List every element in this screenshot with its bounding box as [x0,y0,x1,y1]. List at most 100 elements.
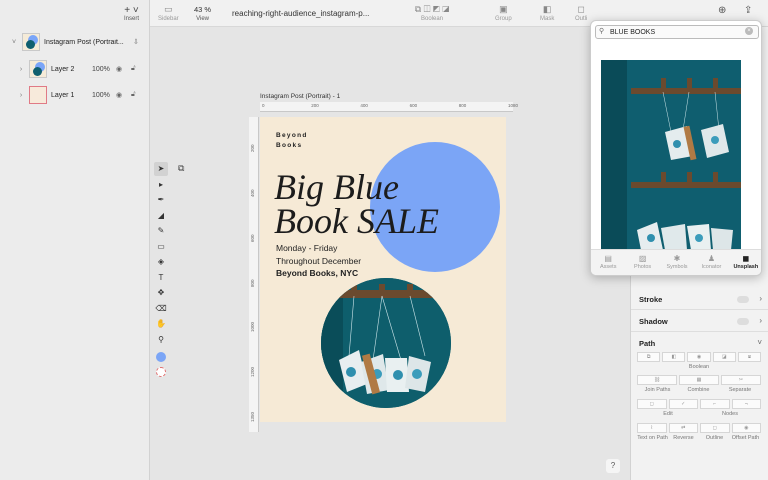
stroke-color-swatch[interactable] [156,366,166,377]
layer-row-layer-2[interactable]: › Layer 2 100% ◉ 🔓︎ [0,58,150,80]
sidebar-icon: ▭ [164,4,173,14]
layer-row-artboard[interactable]: ˅ Instagram Post (Portrait... ⇩ [0,31,150,53]
stroke-toggle[interactable] [737,296,749,303]
text-on-path-button[interactable]: ⌇ [637,423,667,433]
union-button[interactable]: ⧉ [637,352,661,362]
ruler-tick-label: 400 [360,103,368,108]
rectangle-tool-icon[interactable]: ▭ [154,240,168,254]
boolean-buttons: ⧉ ◧ ◉ ◪ ⧈ [637,352,762,362]
path-section[interactable]: Path ˅ [631,332,768,354]
layer-thumbnail [29,60,47,78]
combine-button[interactable]: ▦ [679,375,719,385]
insert-label: Insert [123,16,139,22]
subtitle-month[interactable]: Throughout December [276,256,361,266]
media-source-tabs: ▤ Assets ▨ Photos ✱ Symbols ♟ Iconator ◼… [591,249,761,275]
pen-tool-icon[interactable]: ✒ [154,193,168,207]
books-photo-circle[interactable] [321,278,451,408]
symbols-icon: ✱ [673,254,681,263]
layer-opacity: 100% [92,91,110,99]
tab-symbols[interactable]: ✱ Symbols [660,250,694,275]
sidebar-toggle-button[interactable]: ▭ Sidebar [158,4,179,22]
canvas[interactable]: Instagram Post (Portrait) - 1 0 200 400 600… [150,27,630,480]
subtitle-location[interactable]: Beyond Books, NYC [276,268,358,278]
share-icon[interactable]: ⇪ [744,5,752,16]
search-result-image[interactable] [601,60,741,250]
ruler-tick-label: 1000 [250,321,255,332]
edit-button-b[interactable]: ✓ [668,399,698,409]
search-input[interactable] [595,25,759,39]
text-tool-icon[interactable]: T [154,271,168,285]
subtract-button[interactable]: ◧ [662,352,686,362]
intersect-button[interactable]: ◉ [687,352,711,362]
shadow-label: Shadow [639,317,668,326]
brush-tool-icon[interactable]: ✎ [154,224,168,238]
chevron-right-icon[interactable]: › [17,66,25,73]
chevron-right-icon[interactable]: › [759,316,762,325]
separate-button[interactable]: ✂ [721,375,761,385]
tab-label: Symbols [666,264,688,270]
ruler-tick-label: 0 [262,103,265,108]
reverse-button[interactable]: ⇄ [668,423,698,433]
zoom-in-icon[interactable]: ⊕ [718,5,726,16]
group-button[interactable]: ▣ Group [495,4,512,22]
eye-icon[interactable]: ◉ [116,65,122,73]
artboard-title[interactable]: Instagram Post (Portrait) - 1 [260,93,340,100]
chevron-right-icon[interactable]: › [759,294,762,303]
export-icon[interactable]: ⇩ [133,38,139,46]
artboard[interactable]: Beyond Books Big Blue Book SALE Monday -… [260,117,506,422]
nodes-button-b[interactable]: ¬ [731,399,761,409]
tab-photos[interactable]: ▨ Photos [625,250,659,275]
lock-icon[interactable]: 🔓︎ [131,65,136,73]
layer-row-layer-1[interactable]: › Layer 1 100% ◉ 🔓︎ [0,84,150,106]
chevron-right-icon[interactable]: › [17,92,25,99]
tab-unsplash[interactable]: ◼ Unsplash [729,250,761,275]
mask-button[interactable]: ◧ Mask [540,4,554,22]
zoom-value: 43 % [194,5,212,14]
headline-text[interactable]: Big Blue Book SALE [274,169,439,239]
nodes-button-a[interactable]: ⌐ [700,399,730,409]
shadow-section[interactable]: Shadow › [631,310,768,332]
divide-button[interactable]: ⧈ [737,352,762,362]
layer-thumbnail [29,86,47,104]
select-tool-icon[interactable]: ➤ [154,162,168,176]
chevron-down-icon[interactable]: ˅ [10,39,18,46]
tab-iconator[interactable]: ♟ Iconator [694,250,728,275]
eye-icon[interactable]: ◉ [116,91,122,99]
subtitle-days[interactable]: Monday - Friday [276,243,337,253]
clear-search-icon[interactable]: × [745,27,753,35]
layer-name: Layer 2 [51,65,75,73]
tab-assets[interactable]: ▤ Assets [591,250,625,275]
vector-tool-icon[interactable]: ◢ [154,209,168,223]
edit-button-a[interactable]: ◻ [637,399,667,409]
direct-select-tool-icon[interactable]: ▸ [154,178,168,192]
insert-button[interactable]: + ˅ Insert [123,6,139,23]
chevron-down-icon[interactable]: ˅ [757,338,762,347]
difference-button[interactable]: ◪ [712,352,736,362]
offset-path-button[interactable]: ◉ [731,423,761,433]
outline-button[interactable]: ◻ Outli [575,4,587,22]
combine-label: Combine [687,387,710,393]
join-paths-button[interactable]: ⛓ [637,375,677,385]
iconator-icon: ♟ [707,254,715,263]
mask-icon: ◧ [542,4,552,14]
fill-tool-icon[interactable]: ◈ [154,255,168,269]
zoom-tool-icon[interactable]: ⚲ [154,333,168,347]
zoom-control[interactable]: 43 % View [194,4,211,22]
lock-icon[interactable]: 🔓︎ [131,91,136,99]
group-label: Group [495,16,512,22]
unsplash-icon: ◼ [742,254,750,263]
group-icon: ▣ [499,4,508,14]
eraser-tool-icon[interactable]: ⌫ [154,302,168,316]
artboard-tool-icon[interactable]: ⧉ [178,163,184,174]
brand-text[interactable]: Beyond Books [276,131,336,151]
hand-tool-icon[interactable]: ✋ [154,317,168,331]
outline-path-button[interactable]: ◻ [700,423,730,433]
boolean-group[interactable]: ⧉ ◫ ◩ ◪ Boolean [402,4,462,22]
boolean-icons: ⧉ ◫ ◩ ◪ [414,4,450,14]
fill-color-swatch[interactable] [156,351,166,362]
help-button[interactable]: ? [606,459,620,473]
transform-tool-icon[interactable]: ✥ [154,286,168,300]
stroke-section[interactable]: Stroke › [631,288,768,310]
stroke-label: Stroke [639,295,663,304]
shadow-toggle[interactable] [737,318,749,325]
